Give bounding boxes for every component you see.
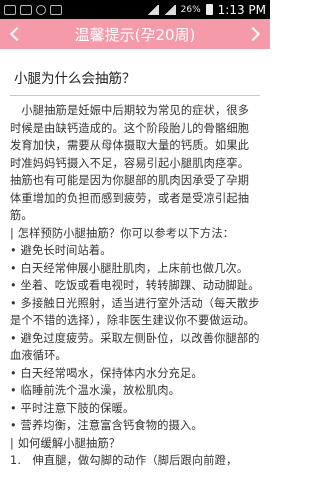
notification-icons xyxy=(4,4,62,15)
list-item: • 多接触日光照射，适当进行室外活动（每天散步是个不错的选择），除非医生建议你不… xyxy=(10,296,260,328)
list-item: • 坐着、吃饭或看电视时，转转脚踝、动动脚趾。 xyxy=(10,279,260,292)
next-button[interactable] xyxy=(240,19,270,49)
list-item: 1. 伸直腿，做勾脚的动作（脚后跟向前蹬， xyxy=(10,454,238,467)
image-notification-icon xyxy=(4,4,16,15)
list-item: • 营养均衡，注意富含钙食物的摄入。 xyxy=(10,419,203,432)
system-status: 26% 1:13 PM xyxy=(146,2,266,17)
battery-percentage: 26% xyxy=(180,4,201,15)
wifi-icon xyxy=(146,4,159,15)
list-item: • 避免过度疲劳。采取左侧卧位，以改善你腿部的血液循环。 xyxy=(10,331,260,363)
article-body: 小腿抽筋是妊娠中后期较为常见的症状，很多时候是由缺钙造成的。这个阶段胎儿的骨骼细… xyxy=(10,102,260,470)
cat-notification-icon xyxy=(20,4,32,15)
article-heading: 小腿为什么会抽筋？ xyxy=(14,71,136,87)
app-bar: 温馨提示(孕20周) xyxy=(0,19,270,49)
signal-icon xyxy=(163,4,176,15)
list-item: • 白天经常伸展小腿肚肌肉，上床前也做几次。 xyxy=(10,261,249,275)
article-content[interactable]: 小腿为什么会抽筋？ 小腿抽筋是妊娠中后期较为常见的症状，很多时候是由缺钙造成的。… xyxy=(0,49,270,480)
back-button[interactable] xyxy=(0,19,30,49)
list-item: • 避免长时间站着。 xyxy=(10,244,112,257)
heading-divider xyxy=(10,95,260,96)
battery-icon xyxy=(205,4,213,15)
android-notification-icon xyxy=(36,4,46,15)
paragraph: 小腿抽筋是妊娠中后期较为常见的症状，很多时候是由缺钙造成的。这个阶段胎儿的骨骼细… xyxy=(10,104,250,222)
list-item: • 平时注意下肢的保暖。 xyxy=(10,401,135,415)
list-item: • 临睡前洗个温水澡，放松肌肉。 xyxy=(10,384,180,397)
status-bar: 26% 1:13 PM xyxy=(0,0,270,19)
chevron-right-icon xyxy=(245,26,261,42)
usb-icon xyxy=(50,4,62,15)
paragraph: | 如何缓解小腿抽筋？ xyxy=(10,436,121,450)
list-item: • 白天经常喝水，保持体内水分充足。 xyxy=(10,366,203,380)
paragraph: | 怎样预防小腿抽筋？你可以参考以下方法： xyxy=(10,226,235,240)
clock: 1:13 PM xyxy=(217,2,266,17)
page-title: 温馨提示(孕20周) xyxy=(74,25,196,44)
chevron-left-icon xyxy=(9,26,25,42)
